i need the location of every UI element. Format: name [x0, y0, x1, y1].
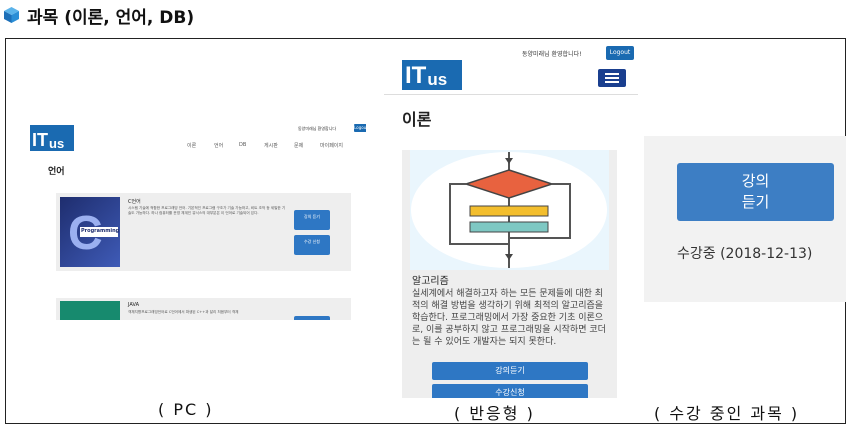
mobile-section-heading: 이론	[402, 110, 432, 129]
c-image-label: Programming	[81, 228, 120, 234]
mobile-logout-button[interactable]: Logout	[606, 46, 634, 60]
mobile-screenshot: 동양미래님 환영합니다! Logout IT us 이론 알고리즘 실세계에서 해…	[384, 40, 638, 398]
mobile-logo-sub: us	[427, 70, 448, 89]
mobile-welcome-text: 동양미래님 환영합니다!	[522, 51, 582, 58]
pc-screenshot: ITus 동양미래님 환영합니다 Logout 이론 언어 DB 게시판 문제 …	[16, 120, 366, 320]
pc-card-title: C언어	[128, 199, 141, 205]
pc-lecture-button[interactable]: 강의 듣기	[294, 210, 330, 230]
pc-nav-item-board[interactable]: 게시판	[264, 142, 278, 149]
flowchart-image	[410, 150, 609, 270]
course-button-line1: 강의	[741, 172, 770, 190]
mobile-enroll-button[interactable]: 수강신청	[432, 384, 588, 398]
pc-nav-item-mypage[interactable]: 마이페이지	[320, 142, 343, 149]
pc-lecture-button[interactable]	[294, 316, 330, 320]
pc-section-heading: 언어	[48, 167, 65, 177]
pc-nav-item-theory[interactable]: 이론	[187, 142, 196, 149]
pc-logo-main: IT	[32, 130, 48, 150]
pc-nav-item-language[interactable]: 언어	[214, 142, 223, 149]
hamburger-menu-icon[interactable]	[598, 69, 626, 87]
mobile-lecture-button[interactable]: 강의듣기	[432, 362, 588, 380]
pc-nav-item-db[interactable]: DB	[239, 142, 246, 148]
mobile-course-card: 알고리즘 실세계에서 해결하고자 하는 모든 문제들에 대한 최적의 해결 방법…	[402, 150, 617, 398]
pc-logo-sub: us	[49, 136, 65, 151]
pc-welcome-text: 동양미래님 환영합니다	[298, 126, 337, 131]
enrolled-course-panel: 강의 듣기 수강중 (2018-12-13)	[644, 136, 846, 302]
header-divider	[384, 94, 638, 95]
java-image	[60, 301, 120, 320]
caption-mobile: ( 반응형 )	[454, 404, 535, 423]
course-lecture-button[interactable]: 강의 듣기	[677, 163, 834, 221]
c-language-image: C Programming	[60, 197, 120, 267]
course-button-line2: 듣기	[741, 193, 770, 211]
course-status-text: 수강중 (2018-12-13)	[677, 246, 813, 262]
pc-course-card: JAVA 객체지향프로그래밍언어로 C언어에서 파생된 C++과 달리 처음부터…	[56, 298, 351, 320]
page-heading: 과목 (이론, 언어, DB)	[27, 7, 195, 28]
pc-enroll-button[interactable]: 수강 신청	[294, 235, 330, 255]
pc-card-title: JAVA	[128, 302, 140, 308]
pc-card-description: 객체지향프로그래밍언어로 C언어에서 파생된 C++과 달리 처음부터 객체	[128, 310, 239, 314]
pc-logo[interactable]: IT us	[30, 125, 74, 151]
caption-course: ( 수강 중인 과목 )	[654, 404, 800, 423]
pc-course-card: C Programming C언어 시스템 기술에 적합한 프로그래밍 언어. …	[56, 193, 351, 271]
pc-card-description: 시스템 기술에 적합한 프로그래밍 언어. 기본적인 프로그램 구조가 기술 가…	[128, 206, 286, 215]
mobile-card-title: 알고리즘	[412, 276, 449, 287]
title-row: 과목 (이론, 언어, DB)	[4, 3, 195, 28]
mobile-logo[interactable]: IT us	[402, 60, 462, 90]
cube-icon	[4, 7, 19, 23]
caption-pc: ( PC )	[158, 400, 214, 419]
pc-logout-button[interactable]: Logout	[354, 124, 366, 132]
mobile-card-description: 실세계에서 해결하고자 하는 모든 문제들에 대한 최적의 해결 방법을 생각하…	[412, 289, 606, 347]
pc-nav-item-problems[interactable]: 문제	[294, 142, 303, 149]
mobile-logo-main: IT	[405, 62, 427, 89]
